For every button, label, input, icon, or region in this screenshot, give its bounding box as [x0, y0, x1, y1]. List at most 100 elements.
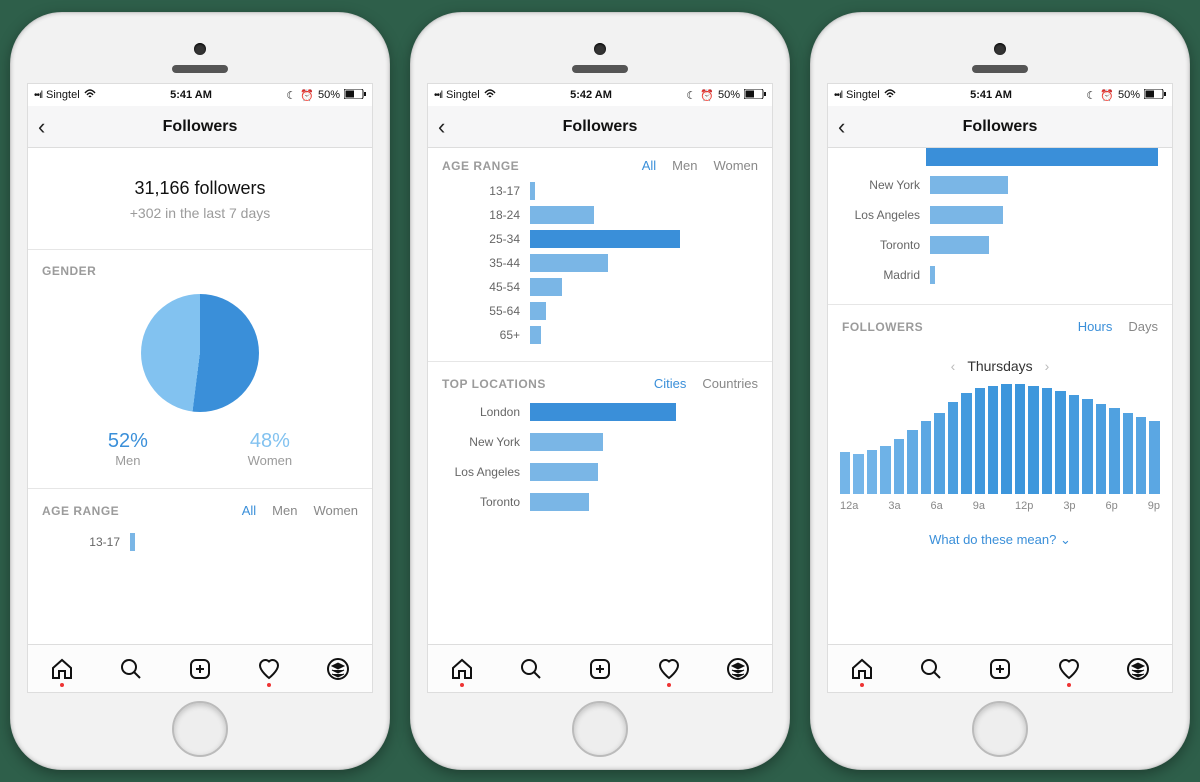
hour-bar [948, 402, 958, 494]
buffer-icon[interactable] [1116, 647, 1160, 691]
bar-row: New York [442, 427, 758, 457]
bar-label: Los Angeles [842, 208, 920, 222]
tab-all[interactable]: All [642, 158, 656, 173]
activity-icon[interactable] [1047, 647, 1091, 691]
men-percent: 52% [108, 430, 148, 453]
hour-bar [1001, 384, 1011, 494]
bar [930, 236, 989, 254]
bar-label: Toronto [842, 238, 920, 252]
home-button[interactable] [172, 701, 228, 757]
bar [930, 176, 1008, 194]
search-icon[interactable] [109, 647, 153, 691]
hour-bar [1109, 408, 1119, 494]
tab-cities[interactable]: Cities [654, 376, 687, 391]
phone-camera [994, 43, 1006, 55]
bar-row: Toronto [842, 230, 1158, 260]
phone-speaker [172, 65, 228, 73]
tab-countries[interactable]: Countries [702, 376, 758, 391]
home-icon[interactable] [440, 647, 484, 691]
next-day-icon[interactable]: › [1045, 358, 1050, 374]
bar [530, 206, 594, 224]
home-button[interactable] [972, 701, 1028, 757]
buffer-icon[interactable] [316, 647, 360, 691]
locations-section-label: TOP LOCATIONS [442, 377, 546, 391]
age-section-label: AGE RANGE [42, 504, 119, 518]
hour-bar [1028, 386, 1038, 494]
home-icon[interactable] [40, 647, 84, 691]
x-tick: 3a [888, 500, 900, 512]
home-button[interactable] [572, 701, 628, 757]
status-bar: ••ıl Singtel 5:41 AM ☾ ⏰ 50% [828, 84, 1172, 106]
bar [530, 403, 676, 421]
hour-bar [853, 454, 863, 494]
back-button[interactable]: ‹ [38, 114, 45, 140]
alarm-icon: ⏰ [300, 89, 314, 102]
bar-label: 55-64 [442, 304, 520, 318]
add-post-icon[interactable] [178, 647, 222, 691]
activity-icon[interactable] [247, 647, 291, 691]
tab-hours[interactable]: Hours [1078, 319, 1113, 334]
hour-bar [1069, 395, 1079, 494]
content-area[interactable]: New York Los Angeles Toronto Madrid FOLLOWE… [828, 148, 1172, 644]
page-title: Followers [28, 118, 372, 136]
bar [530, 230, 680, 248]
tab-women[interactable]: Women [713, 158, 758, 173]
add-post-icon[interactable] [978, 647, 1022, 691]
back-button[interactable]: ‹ [438, 114, 445, 140]
wifi-icon [484, 89, 496, 102]
bar-row: 55-64 [442, 299, 758, 323]
hour-bar [961, 393, 971, 494]
back-button[interactable]: ‹ [838, 114, 845, 140]
hour-bar [1042, 388, 1052, 494]
battery-label: 50% [1118, 89, 1140, 101]
search-icon[interactable] [909, 647, 953, 691]
battery-icon [344, 89, 366, 102]
gender-section-label: GENDER [28, 250, 372, 286]
buffer-icon[interactable] [716, 647, 760, 691]
battery-icon [1144, 89, 1166, 102]
followers-section-label: FOLLOWERS [842, 320, 923, 334]
status-bar: ••ıl Singtel 5:42 AM ☾ ⏰ 50% [428, 84, 772, 106]
hours-x-labels: 12a3a6a9a12p3p6p9p [828, 494, 1172, 526]
nav-header: ‹ Followers [828, 106, 1172, 148]
follower-count: 31,166 followers [28, 148, 372, 199]
status-bar: ••ıl Singtel 5:41 AM ☾ ⏰ 50% [28, 84, 372, 106]
activity-icon[interactable] [647, 647, 691, 691]
dnd-icon: ☾ [686, 89, 696, 102]
add-post-icon[interactable] [578, 647, 622, 691]
tab-all[interactable]: All [242, 503, 256, 518]
bar-row: 25-34 [442, 227, 758, 251]
bar-row: 35-44 [442, 251, 758, 275]
screen-2: ••ıl Singtel 5:42 AM ☾ ⏰ 50% ‹ Followers… [427, 83, 773, 693]
hour-bar [840, 452, 850, 494]
bar-row: Madrid [842, 260, 1158, 290]
phone-speaker [572, 65, 628, 73]
tab-women[interactable]: Women [313, 503, 358, 518]
wifi-icon [84, 89, 96, 102]
tab-men[interactable]: Men [272, 503, 297, 518]
what-do-these-mean-link[interactable]: What do these mean? ⌄ [828, 526, 1172, 558]
page-title: Followers [428, 118, 772, 136]
bar-row: 65+ [442, 323, 758, 347]
tab-bar [28, 644, 372, 692]
signal-icon: ••ıl [434, 90, 442, 101]
content-area[interactable]: AGE RANGE All Men Women 13-1718-2425-343… [428, 148, 772, 644]
hour-bar [1096, 404, 1106, 494]
home-icon[interactable] [840, 647, 884, 691]
bar [530, 182, 535, 200]
hour-bar [880, 446, 890, 494]
nav-header: ‹ Followers [428, 106, 772, 148]
follower-delta: +302 in the last 7 days [28, 199, 372, 249]
tab-days[interactable]: Days [1128, 319, 1158, 334]
tab-men[interactable]: Men [672, 158, 697, 173]
bar [530, 278, 562, 296]
carrier-label: Singtel [446, 89, 480, 101]
bar-row: New York [842, 170, 1158, 200]
dnd-icon: ☾ [1086, 89, 1096, 102]
bar-label: Madrid [842, 268, 920, 282]
battery-label: 50% [718, 89, 740, 101]
prev-day-icon[interactable]: ‹ [951, 358, 956, 374]
status-time: 5:41 AM [170, 89, 212, 101]
search-icon[interactable] [509, 647, 553, 691]
content-area[interactable]: 31,166 followers +302 in the last 7 days… [28, 148, 372, 644]
